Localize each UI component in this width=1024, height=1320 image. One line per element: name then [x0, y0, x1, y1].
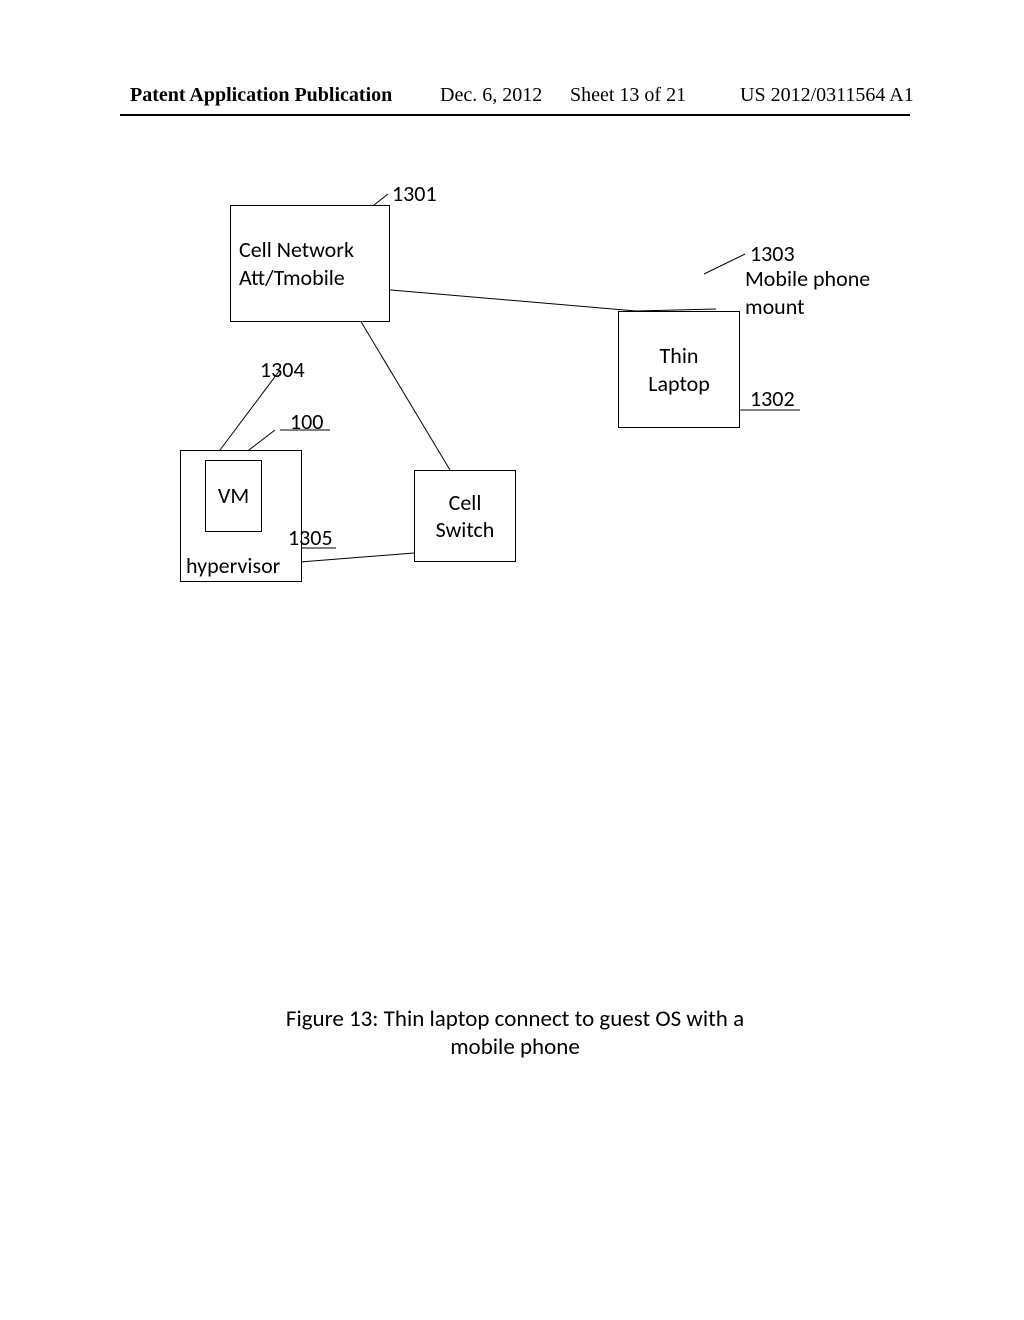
- vm-text: VM: [218, 482, 249, 510]
- ref-1301: 1301: [392, 180, 437, 208]
- publication-date: Dec. 6, 2012: [440, 84, 542, 107]
- publication-label: Patent Application Publication: [130, 84, 392, 107]
- sheet-number: Sheet 13 of 21: [570, 84, 686, 107]
- page: Patent Application Publication Dec. 6, 2…: [0, 0, 1024, 1320]
- thin-laptop-text: Thin Laptop: [648, 342, 710, 397]
- cell-switch-box: Cell Switch: [414, 470, 516, 562]
- ref-1305: 1305: [288, 524, 333, 552]
- cell-switch-text: Cell Switch: [436, 489, 495, 544]
- cell-network-text: Cell Network Att/Tmobile: [239, 236, 354, 291]
- hypervisor-label: hypervisor: [186, 552, 280, 580]
- figure-caption: Figure 13: Thin laptop connect to guest …: [235, 1005, 795, 1061]
- ref-1302: 1302: [750, 385, 795, 413]
- figure-caption-line2: mobile phone: [235, 1033, 795, 1061]
- vm-box: VM: [205, 460, 262, 532]
- cell-network-box: Cell Network Att/Tmobile: [230, 205, 390, 322]
- ref-1304: 1304: [260, 356, 305, 384]
- ref-100: 100: [290, 408, 323, 436]
- document-number: US 2012/0311564 A1: [740, 84, 914, 107]
- ref-1303: 1303: [750, 240, 795, 268]
- figure-caption-line1: Figure 13: Thin laptop connect to guest …: [235, 1005, 795, 1033]
- diagram-lines: [0, 0, 1024, 1320]
- thin-laptop-box: Thin Laptop: [618, 311, 740, 428]
- header-rule: [120, 114, 910, 116]
- mobile-phone-mount-label: Mobile phone mount: [745, 265, 870, 320]
